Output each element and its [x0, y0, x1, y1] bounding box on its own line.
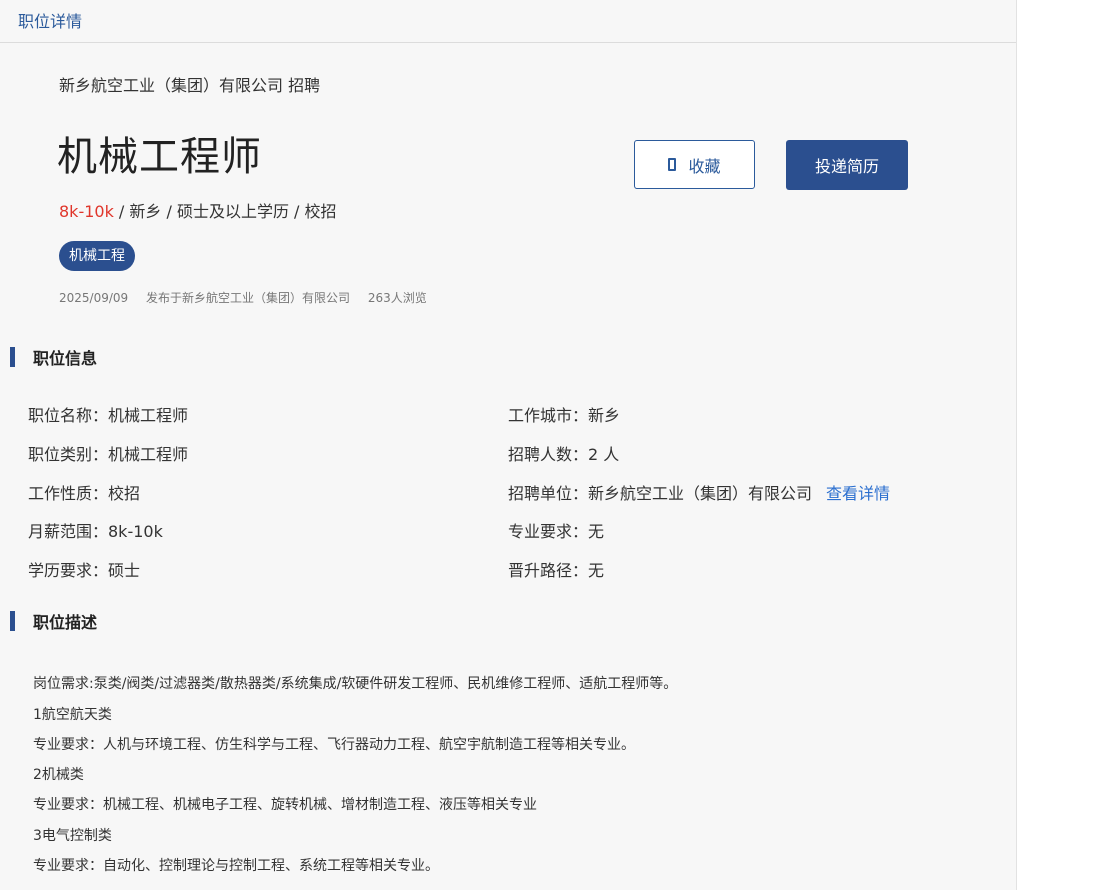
publish-info: 2025/09/09 发布于新乡航空工业（集团）有限公司 263人浏览 — [59, 289, 441, 306]
section-accent-bar — [10, 347, 15, 367]
job-meta-rest: / 新乡 / 硕士及以上学历 / 校招 — [113, 202, 337, 221]
info-promotion-path: 晋升路径：无 — [508, 561, 605, 580]
section-title: 职位描述 — [33, 613, 98, 632]
desc-line: 专业要求：机械工程、机械电子工程、旋转机械、增材制造工程、液压等相关专业 — [33, 797, 537, 813]
favorite-label: 收藏 — [688, 156, 721, 176]
desc-line: 3电气控制类 — [33, 828, 112, 844]
desc-line: 岗位需求:泵类/阀类/过滤器类/散热器类/系统集成/软硬件研发工程师、民机维修工… — [33, 676, 678, 692]
page-title: 职位详情 — [18, 12, 83, 31]
info-education: 学历要求：硕士 — [28, 561, 141, 580]
info-headcount: 招聘人数：2 人 — [508, 445, 620, 464]
section-accent-bar — [10, 611, 15, 631]
desc-line: 专业要求：自动化、控制理论与控制工程、系统工程等相关专业。 — [33, 858, 439, 874]
info-work-city: 工作城市：新乡 — [508, 406, 621, 425]
employer-name: 招聘单位：新乡航空工业（集团）有限公司 — [508, 484, 813, 503]
bookmark-icon — [668, 158, 677, 171]
job-meta-line: 8k-10k / 新乡 / 硕士及以上学历 / 校招 — [59, 198, 337, 222]
desc-line: 专业要求：人机与环境工程、仿生科学与工程、飞行器动力工程、航空宇航制造工程等相关… — [33, 737, 635, 753]
publisher: 发布于新乡航空工业（集团）有限公司 — [146, 291, 351, 305]
job-title: 机械工程师 — [57, 134, 262, 180]
top-bar: 职位详情 — [0, 0, 1016, 43]
info-job-name: 职位名称：机械工程师 — [28, 406, 189, 425]
info-employer: 招聘单位：新乡航空工业（集团）有限公司 查看详情 — [508, 480, 890, 504]
view-count: 263人浏览 — [367, 291, 427, 305]
favorite-button[interactable]: 收藏 — [634, 140, 755, 189]
desc-line: 1航空航天类 — [33, 707, 112, 723]
view-details-link[interactable]: 查看详情 — [826, 484, 890, 503]
section-title: 职位信息 — [33, 349, 98, 368]
salary-range: 8k-10k — [59, 202, 114, 221]
publish-date: 2025/09/09 — [59, 291, 129, 305]
section-job-info-header: 职位信息 — [10, 347, 98, 368]
company-recruit-line: 新乡航空工业（集团）有限公司 招聘 — [59, 76, 321, 95]
apply-label: 投递简历 — [814, 157, 879, 176]
desc-line: 2机械类 — [33, 767, 84, 783]
info-job-nature: 工作性质：校招 — [28, 484, 141, 503]
job-detail-page: 职位详情 新乡航空工业（集团）有限公司 招聘 机械工程师 8k-10k / 新乡… — [0, 0, 1017, 890]
info-major-requirement: 专业要求：无 — [508, 522, 605, 541]
info-job-category: 职位类别：机械工程师 — [28, 445, 189, 464]
info-salary-range: 月薪范围：8k-10k — [28, 522, 163, 541]
section-job-desc-header: 职位描述 — [10, 611, 98, 632]
apply-resume-button[interactable]: 投递简历 — [786, 140, 908, 190]
category-tag[interactable]: 机械工程 — [59, 241, 135, 271]
